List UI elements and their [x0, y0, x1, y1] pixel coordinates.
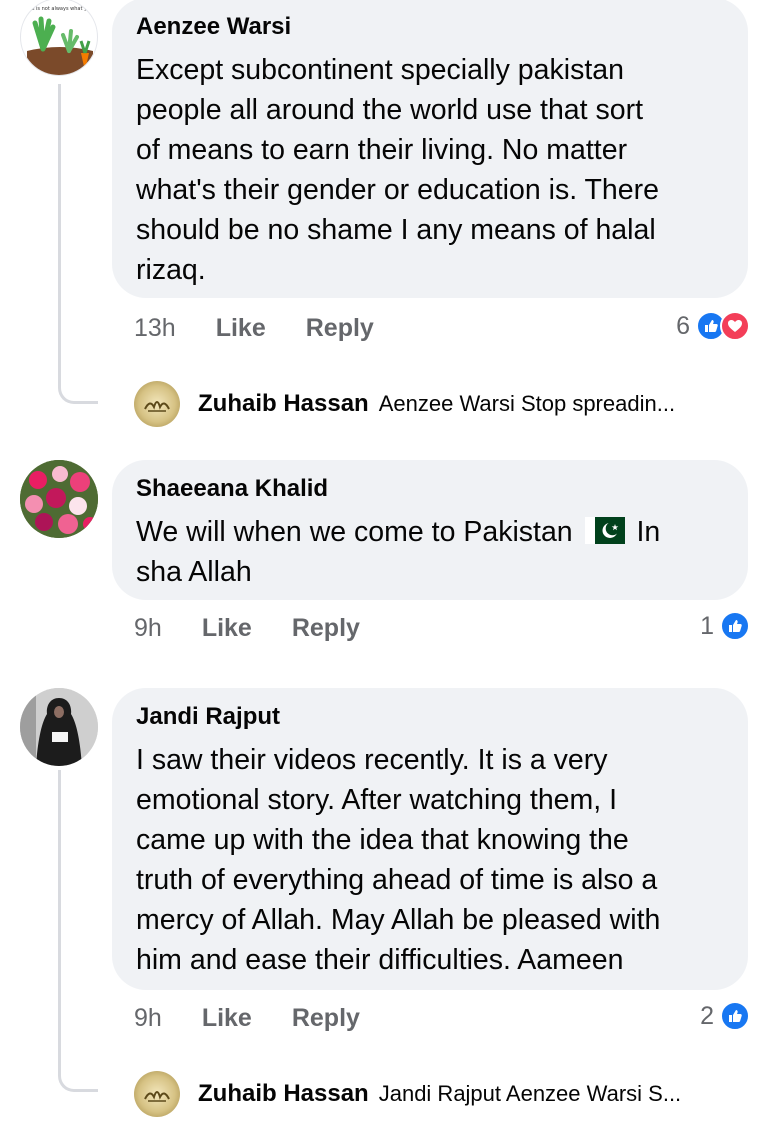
- comment-bubble[interactable]: Shaeeana Khalid We will when we come to …: [112, 460, 748, 600]
- avatar-caption-text: success is not always what you see.: [21, 6, 98, 12]
- like-icon: [720, 1001, 750, 1031]
- reply-button[interactable]: Reply: [292, 1004, 360, 1033]
- comment-text-line: Except subcontinent specially pakistan: [136, 54, 624, 86]
- thread-connector: [58, 1058, 98, 1092]
- thread-line: [58, 84, 61, 374]
- comment-text-line: I saw their videos recently. It is a ver…: [136, 744, 608, 776]
- comment-text-line: of means to earn their living. No matter: [136, 134, 628, 166]
- comment-bubble[interactable]: Jandi Rajput I saw their videos recently…: [112, 688, 748, 990]
- love-icon: [720, 311, 750, 341]
- reply-text: Aenzee Warsi Stop spreadin...: [378, 391, 676, 416]
- comment-timestamp[interactable]: 13h: [134, 314, 176, 343]
- comment-actions: 9h Like Reply: [134, 998, 360, 1038]
- reply-text: Jandi Rajput Aenzee Warsi S...: [378, 1081, 682, 1106]
- comment-text-line: emotional story. After watching them, I: [136, 784, 618, 816]
- reply-preview[interactable]: Zuhaib Hassan Aenzee Warsi Stop spreadin…: [134, 380, 675, 428]
- thread-connector: [58, 370, 98, 404]
- comment-text-line: should be no shame I any means of halal: [136, 214, 656, 246]
- pakistan-flag-icon: [584, 517, 625, 544]
- comment-timestamp[interactable]: 9h: [134, 614, 162, 643]
- comment-text-line: mercy of Allah. May Allah be pleased wit…: [136, 904, 661, 936]
- reaction-summary[interactable]: 6: [676, 306, 750, 346]
- avatar[interactable]: [134, 1071, 180, 1117]
- avatar[interactable]: [20, 460, 98, 538]
- thread-line: [58, 770, 61, 1062]
- calligraphy-icon: [144, 401, 170, 412]
- comment-actions: 13h Like Reply: [134, 308, 374, 348]
- comment-author[interactable]: Shaeeana Khalid: [136, 474, 724, 504]
- like-button[interactable]: Like: [216, 314, 266, 343]
- flowers-image: [20, 460, 98, 538]
- comment-text-line: truth of everything ahead of time is als…: [136, 864, 658, 896]
- reaction-count: 6: [676, 311, 690, 340]
- comment-timestamp[interactable]: 9h: [134, 1004, 162, 1033]
- comment-author[interactable]: Aenzee Warsi: [136, 12, 724, 42]
- comment-author[interactable]: Jandi Rajput: [136, 702, 724, 732]
- reaction-count: 1: [700, 611, 714, 640]
- comment-text-line: sha Allah: [136, 556, 252, 588]
- reply-button[interactable]: Reply: [306, 314, 374, 343]
- person-reading-image: [20, 688, 98, 766]
- comment-text-line: rizaq.: [136, 254, 206, 286]
- reaction-summary[interactable]: 1: [700, 606, 750, 646]
- avatar[interactable]: [134, 381, 180, 427]
- reply-author[interactable]: Zuhaib Hassan: [198, 390, 369, 418]
- like-button[interactable]: Like: [202, 614, 252, 643]
- avatar[interactable]: [20, 688, 98, 766]
- calligraphy-icon: [144, 1091, 170, 1102]
- like-icon: [720, 611, 750, 641]
- comment-bubble[interactable]: Aenzee Warsi Except subcontinent special…: [112, 0, 748, 298]
- reaction-count: 2: [700, 1001, 714, 1030]
- avatar[interactable]: success is not always what you see.: [20, 0, 98, 76]
- reaction-summary[interactable]: 2: [700, 996, 750, 1036]
- comment-actions: 9h Like Reply: [134, 608, 360, 648]
- comment-text-line: what's their gender or education is. The…: [136, 174, 659, 206]
- avatar-image: success is not always what you see.: [21, 6, 98, 75]
- comment-text-line: came up with the idea that knowing the: [136, 824, 629, 856]
- comment-text: We will when we come to Pakistan: [136, 516, 573, 548]
- reply-author[interactable]: Zuhaib Hassan: [198, 1080, 369, 1108]
- reply-preview[interactable]: Zuhaib Hassan Jandi Rajput Aenzee Warsi …: [134, 1070, 681, 1118]
- comment-text-line: people all around the world use that sor…: [136, 94, 643, 126]
- comment-text-line: him and ease their difficulties. Aameen: [136, 944, 624, 976]
- reply-button[interactable]: Reply: [292, 614, 360, 643]
- comment-text-line: We will when we come to Pakistan In: [136, 512, 724, 552]
- comment-text: In: [636, 516, 661, 548]
- like-button[interactable]: Like: [202, 1004, 252, 1033]
